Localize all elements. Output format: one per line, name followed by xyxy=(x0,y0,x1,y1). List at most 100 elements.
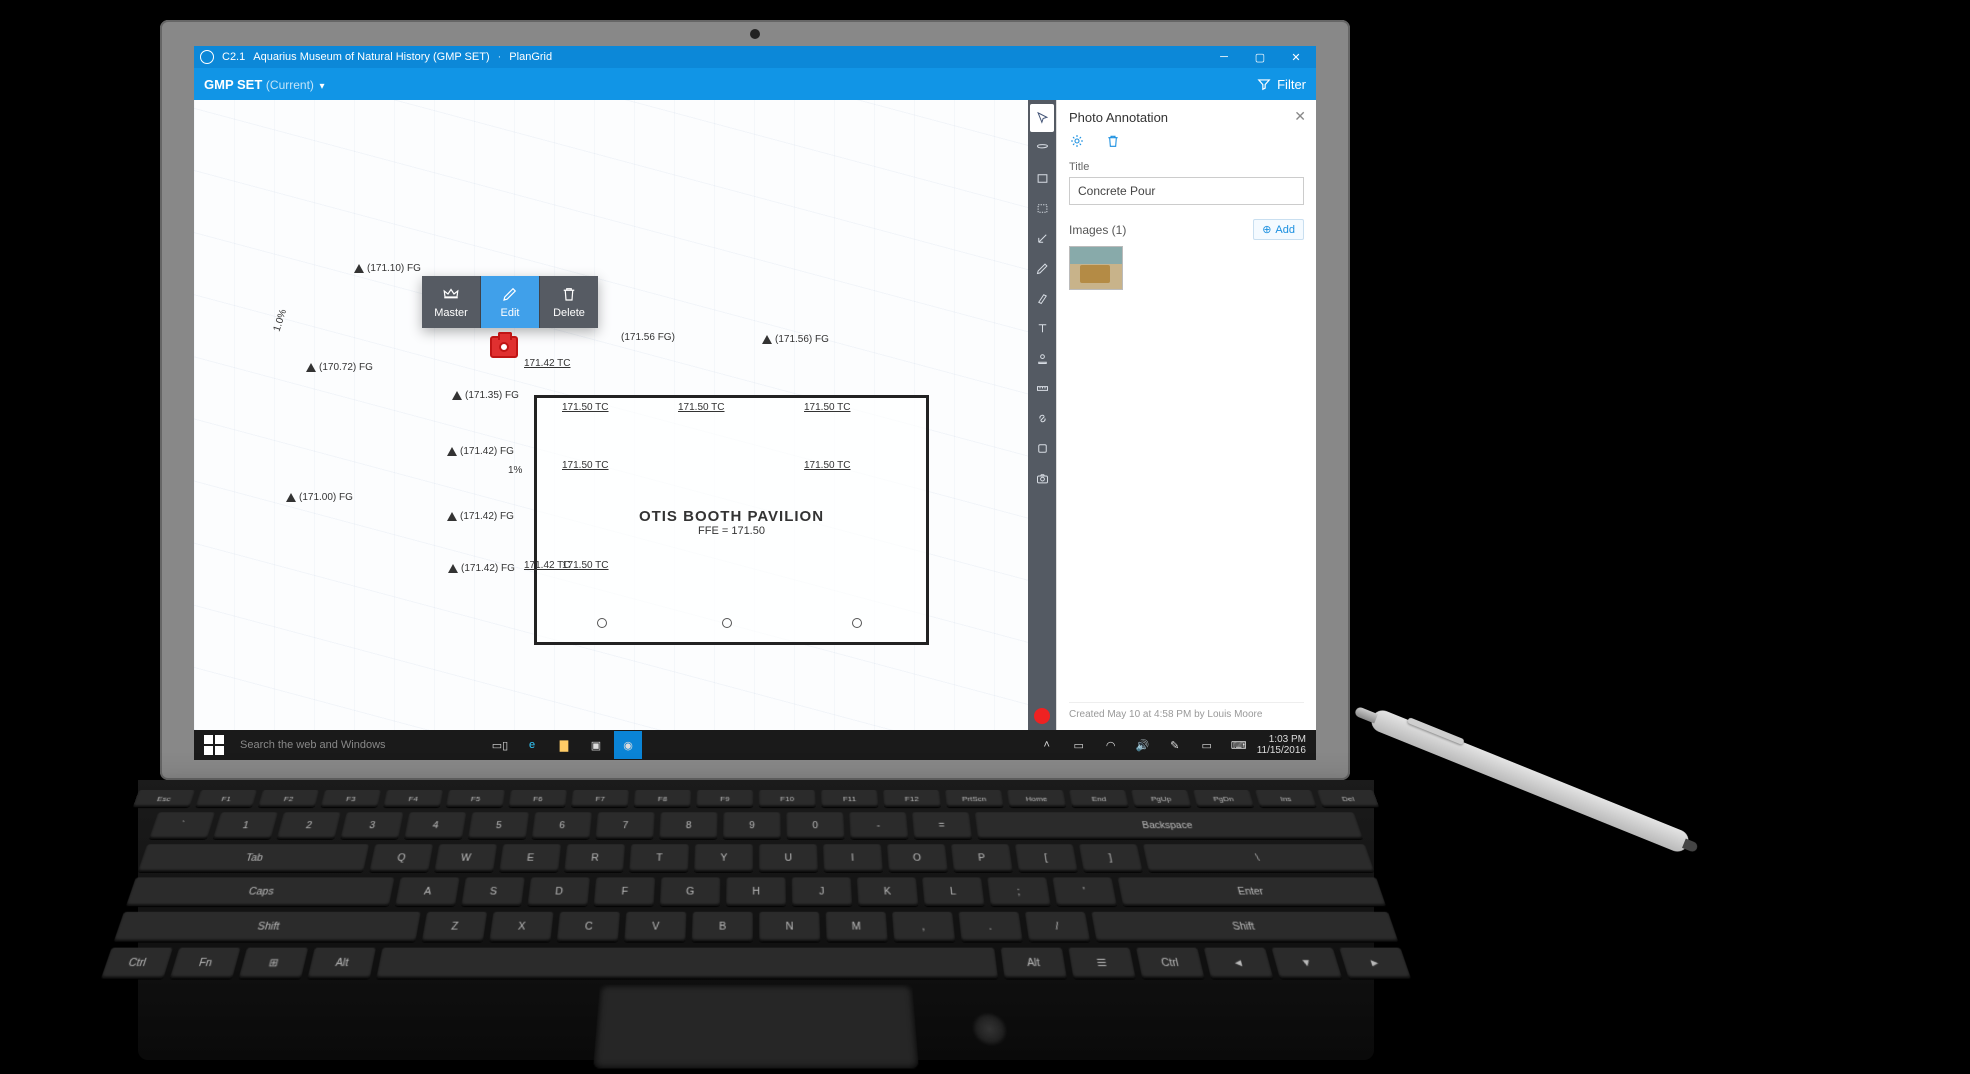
tray-chevron-icon[interactable]: ˄ xyxy=(1033,731,1061,759)
marquee-tool[interactable] xyxy=(1030,194,1054,222)
key-5[interactable]: 5 xyxy=(468,812,529,839)
key-R[interactable]: R xyxy=(564,844,625,872)
key-PgUp[interactable]: PgUp xyxy=(1131,790,1191,807)
key-V[interactable]: V xyxy=(624,912,686,942)
key-F1[interactable]: F1 xyxy=(195,790,257,807)
key-P[interactable]: P xyxy=(951,844,1013,872)
store-icon[interactable]: ▣ xyxy=(582,731,610,759)
photo-annotation-marker[interactable] xyxy=(490,336,518,358)
text-tool[interactable] xyxy=(1030,314,1054,342)
key-2[interactable]: 2 xyxy=(277,812,341,839)
key-T[interactable]: T xyxy=(629,844,689,872)
battery-icon[interactable]: ▭ xyxy=(1065,731,1093,759)
maximize-button[interactable]: ▢ xyxy=(1246,46,1274,68)
key-8[interactable]: 8 xyxy=(659,812,717,839)
key-☰[interactable]: ☰ xyxy=(1068,948,1135,979)
key-L[interactable]: L xyxy=(922,877,984,906)
key-E[interactable]: E xyxy=(499,844,561,872)
start-button[interactable] xyxy=(200,731,228,759)
panel-delete-button[interactable] xyxy=(1105,133,1121,149)
key-F10[interactable]: F10 xyxy=(759,790,816,807)
key-Ctrl[interactable]: Ctrl xyxy=(1136,948,1204,979)
task-view-button[interactable]: ▭▯ xyxy=(486,731,514,759)
key-F8[interactable]: F8 xyxy=(634,790,691,807)
key-;[interactable]: ; xyxy=(987,877,1050,906)
key-G[interactable]: G xyxy=(660,877,720,906)
key-`[interactable]: ` xyxy=(149,812,215,839)
master-button[interactable]: Master xyxy=(422,276,480,328)
key-F[interactable]: F xyxy=(594,877,655,906)
key-Q[interactable]: Q xyxy=(369,844,433,872)
key-Caps[interactable]: Caps xyxy=(126,877,394,906)
edge-icon[interactable]: e xyxy=(518,731,546,759)
key-Y[interactable]: Y xyxy=(694,844,753,872)
key-B[interactable]: B xyxy=(692,912,753,942)
key-J[interactable]: J xyxy=(792,877,852,906)
key-⊞[interactable]: ⊞ xyxy=(239,948,309,979)
key-N[interactable]: N xyxy=(759,912,820,942)
link-tool[interactable] xyxy=(1030,404,1054,432)
file-explorer-icon[interactable]: ▇ xyxy=(550,731,578,759)
key--[interactable]: - xyxy=(849,812,908,839)
key-][interactable]: ] xyxy=(1079,844,1143,872)
delete-button[interactable]: Delete xyxy=(540,276,598,328)
filter-button[interactable]: Filter xyxy=(1257,77,1306,92)
fingerprint-reader[interactable] xyxy=(971,1013,1009,1046)
key-4[interactable]: 4 xyxy=(404,812,466,839)
key-Ctrl[interactable]: Ctrl xyxy=(101,948,173,979)
trackpad[interactable] xyxy=(593,985,919,1069)
key-F6[interactable]: F6 xyxy=(509,790,567,807)
key-'[interactable]: ' xyxy=(1052,877,1117,906)
key-.[interactable]: . xyxy=(958,912,1022,942)
color-indicator[interactable] xyxy=(1034,708,1050,724)
key-3[interactable]: 3 xyxy=(340,812,403,839)
key-X[interactable]: X xyxy=(489,912,553,942)
panel-settings-button[interactable] xyxy=(1069,133,1085,149)
key-PrtScn[interactable]: PrtScn xyxy=(945,790,1003,807)
key-M[interactable]: M xyxy=(826,912,888,942)
set-dropdown[interactable]: GMP SET (Current) ▾ xyxy=(204,77,325,92)
key-H[interactable]: H xyxy=(726,877,786,906)
image-thumbnail[interactable] xyxy=(1069,246,1123,290)
key-S[interactable]: S xyxy=(461,877,524,906)
key-=[interactable]: = xyxy=(912,812,972,839)
key-PgDn[interactable]: PgDn xyxy=(1193,790,1254,807)
key-Shift[interactable]: Shift xyxy=(1091,912,1398,942)
key-Home[interactable]: Home xyxy=(1007,790,1066,807)
key-6[interactable]: 6 xyxy=(532,812,592,839)
action-center-icon[interactable]: ▭ xyxy=(1193,731,1221,759)
key-F2[interactable]: F2 xyxy=(258,790,319,807)
key-1[interactable]: 1 xyxy=(213,812,278,839)
key-Alt[interactable]: Alt xyxy=(308,948,376,979)
key-[[interactable]: [ xyxy=(1015,844,1078,872)
annotation-title-input[interactable] xyxy=(1069,177,1304,205)
ruler-tool[interactable] xyxy=(1030,374,1054,402)
key-\[interactable]: \ xyxy=(1143,844,1374,872)
key-A[interactable]: A xyxy=(395,877,460,906)
key-Enter[interactable]: Enter xyxy=(1118,877,1386,906)
key-I[interactable]: I xyxy=(823,844,883,872)
stamp-tool[interactable] xyxy=(1030,344,1054,372)
key-F9[interactable]: F9 xyxy=(696,790,753,807)
rectangle-tool[interactable] xyxy=(1030,164,1054,192)
drawing-viewport[interactable]: OTIS BOOTH PAVILION FFE = 171.50 (171.10… xyxy=(194,100,1028,730)
key-F3[interactable]: F3 xyxy=(321,790,381,807)
key-D[interactable]: D xyxy=(527,877,589,906)
key-0[interactable]: 0 xyxy=(786,812,844,839)
volume-icon[interactable]: 🔊 xyxy=(1129,731,1157,759)
camera-tool[interactable] xyxy=(1030,464,1054,492)
arrow-tool[interactable] xyxy=(1030,224,1054,252)
highlighter-tool[interactable] xyxy=(1030,284,1054,312)
notes-icon[interactable]: ✎ xyxy=(1161,731,1189,759)
punch-tool[interactable] xyxy=(1030,434,1054,462)
key-Shift[interactable]: Shift xyxy=(114,912,421,942)
key-U[interactable]: U xyxy=(759,844,818,872)
plangrid-taskbar-icon[interactable]: ◉ xyxy=(614,731,642,759)
key-F11[interactable]: F11 xyxy=(821,790,878,807)
pen-tool[interactable] xyxy=(1030,254,1054,282)
panel-close-button[interactable]: ✕ xyxy=(1294,108,1306,125)
key-/[interactable]: / xyxy=(1025,912,1090,942)
taskbar-search[interactable]: Search the web and Windows xyxy=(232,739,482,751)
key-F4[interactable]: F4 xyxy=(383,790,443,807)
add-image-button[interactable]: ⊕ Add xyxy=(1253,219,1304,240)
